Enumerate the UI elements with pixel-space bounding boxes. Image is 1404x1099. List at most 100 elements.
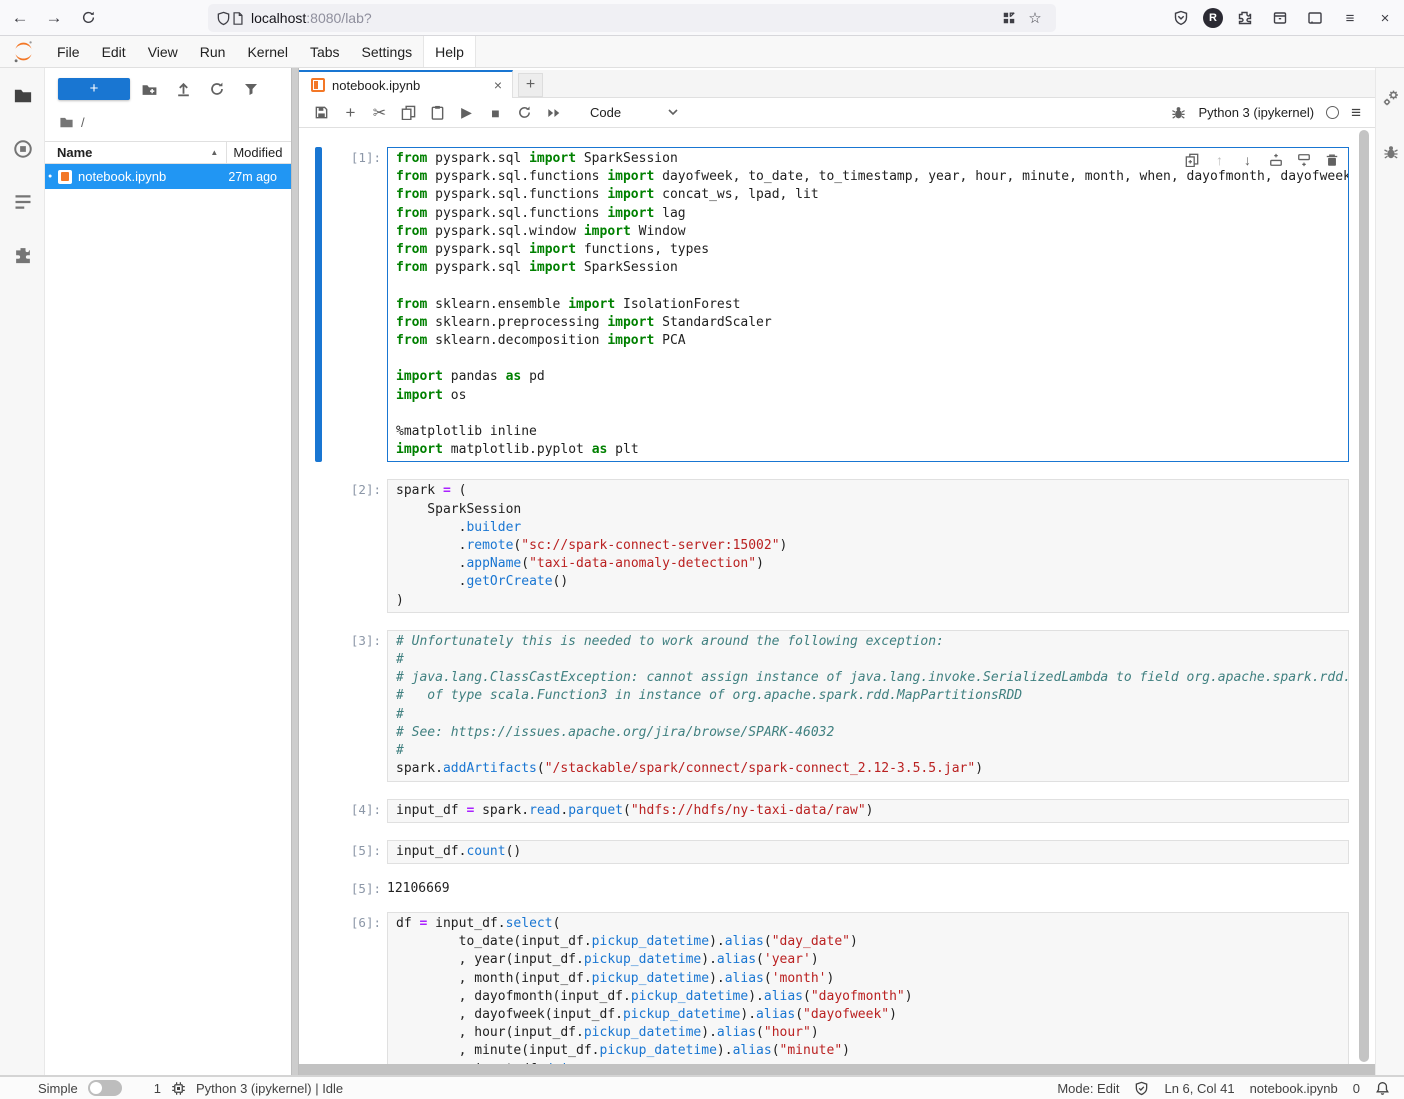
restart-kernel-icon[interactable] xyxy=(510,101,539,125)
archive-box-icon[interactable] xyxy=(1267,5,1293,31)
statusbar-filename[interactable]: notebook.ipynb xyxy=(1250,1081,1338,1096)
tiles-icon[interactable] xyxy=(996,5,1022,31)
kernel-chip-icon[interactable] xyxy=(171,1081,186,1096)
code-token: "sc://spark-connect-server:15002" xyxy=(521,538,779,553)
cell-type-value: Code xyxy=(590,105,621,120)
cell-prompt: [2]: xyxy=(330,479,387,612)
sidebar-splitter[interactable] xyxy=(291,68,299,1075)
file-browser-tab-icon[interactable] xyxy=(0,76,45,116)
table-of-contents-tab-icon[interactable] xyxy=(0,182,45,222)
property-inspector-gears-icon[interactable] xyxy=(1376,80,1404,116)
menu-settings[interactable]: Settings xyxy=(351,36,424,67)
simple-mode-toggle[interactable] xyxy=(88,1080,122,1096)
breadcrumb-root[interactable]: / xyxy=(81,115,85,130)
url-bar[interactable]: localhost:8080/lab? ☆ xyxy=(208,4,1056,32)
file-row-notebook[interactable]: ● notebook.ipynb 27m ago xyxy=(45,164,291,189)
insert-above-icon[interactable] xyxy=(1267,151,1284,168)
trust-shield-icon[interactable] xyxy=(1134,1081,1149,1096)
save-icon[interactable] xyxy=(307,101,336,125)
code-token: ) xyxy=(811,952,819,967)
menu-view[interactable]: View xyxy=(137,36,189,67)
delete-icon[interactable] xyxy=(1323,151,1340,168)
reload-icon[interactable] xyxy=(74,4,102,32)
paste-cell-icon[interactable] xyxy=(423,101,452,125)
column-modified[interactable]: Modified xyxy=(233,145,282,160)
notebook-vertical-scrollbar[interactable] xyxy=(1359,130,1369,1062)
breadcrumb[interactable]: / xyxy=(59,112,85,132)
upload-icon[interactable] xyxy=(168,78,198,100)
cell-editor[interactable]: input_df.count() xyxy=(387,840,1349,864)
cell-type-dropdown[interactable]: Code xyxy=(590,105,678,120)
insert-below-icon[interactable] xyxy=(1295,151,1312,168)
code-token: getOrCreate xyxy=(466,574,552,589)
profile-avatar[interactable]: R xyxy=(1203,8,1223,28)
run-cell-icon[interactable]: ▶ xyxy=(452,101,481,125)
menu-run[interactable]: Run xyxy=(189,36,237,67)
stop-kernel-icon[interactable]: ■ xyxy=(481,101,510,125)
cursor-position[interactable]: Ln 6, Col 41 xyxy=(1164,1081,1234,1096)
copy-cell-icon[interactable] xyxy=(394,101,423,125)
new-folder-icon[interactable] xyxy=(134,78,164,100)
cell-editor[interactable]: input_df = spark.read.parquet("hdfs://hd… xyxy=(387,799,1349,823)
bookmark-star-icon[interactable]: ☆ xyxy=(1022,5,1048,31)
notification-count[interactable]: 0 xyxy=(1353,1081,1360,1096)
restart-run-all-icon[interactable] xyxy=(539,101,568,125)
column-divider xyxy=(226,142,227,163)
menu-help[interactable]: Help xyxy=(423,36,476,67)
move-up-icon[interactable]: ↑ xyxy=(1211,151,1228,168)
code-line: , dayofmonth(input_df.pickup_datetime).a… xyxy=(396,988,1348,1006)
forward-icon[interactable]: → xyxy=(40,4,68,32)
pocket-icon[interactable] xyxy=(1168,5,1194,31)
menu-edit[interactable]: Edit xyxy=(91,36,137,67)
debugger-sidebar-bug-icon[interactable] xyxy=(1376,134,1404,170)
bell-icon[interactable] xyxy=(1375,1081,1390,1096)
cut-cell-icon[interactable]: ✂ xyxy=(365,101,394,125)
sort-ascending-icon[interactable]: ▲ xyxy=(210,148,218,157)
sidebar-toggle-icon[interactable] xyxy=(1302,5,1328,31)
menu-file[interactable]: File xyxy=(46,36,91,67)
refresh-icon[interactable] xyxy=(202,78,232,100)
column-name[interactable]: Name xyxy=(57,145,92,160)
new-launcher-button[interactable]: + xyxy=(58,78,130,100)
terminal-kernel-count[interactable]: 1 xyxy=(154,1081,161,1096)
code-token: remote xyxy=(466,538,513,553)
extension-icon[interactable] xyxy=(1232,5,1258,31)
cell-editor[interactable]: df = input_df.select( to_date(input_df.p… xyxy=(387,912,1349,1082)
menu-tabs[interactable]: Tabs xyxy=(299,36,351,67)
cell-collapser[interactable] xyxy=(315,912,322,1082)
kernel-status-text[interactable]: Python 3 (ipykernel) | Idle xyxy=(196,1081,343,1096)
tab-close-icon[interactable]: × xyxy=(494,77,502,93)
tab-notebook[interactable]: notebook.ipynb × xyxy=(299,70,513,98)
back-icon[interactable]: ← xyxy=(6,4,34,32)
new-tab-button[interactable]: + xyxy=(518,73,543,97)
cell-collapser[interactable] xyxy=(315,479,322,612)
kernel-name[interactable]: Python 3 (ipykernel) xyxy=(1198,105,1314,120)
command-mode-indicator[interactable]: Mode: Edit xyxy=(1057,1081,1119,1096)
cell-editor[interactable]: from pyspark.sql import SparkSessionfrom… xyxy=(387,147,1349,462)
file-name: notebook.ipynb xyxy=(78,169,228,184)
notebook-menu-icon[interactable]: ≡ xyxy=(1351,103,1361,123)
debugger-bug-icon[interactable] xyxy=(1171,105,1186,120)
filter-icon[interactable] xyxy=(236,78,266,100)
cell-collapser[interactable] xyxy=(315,799,322,823)
menu-kernel[interactable]: Kernel xyxy=(236,36,298,67)
cell-editor[interactable]: spark = ( SparkSession .builder .remote(… xyxy=(387,479,1349,612)
notebook-horizontal-scrollbar[interactable] xyxy=(299,1064,1375,1075)
duplicate-icon[interactable] xyxy=(1183,151,1200,168)
cell-collapser[interactable] xyxy=(315,147,322,462)
running-kernels-tab-icon[interactable] xyxy=(0,129,45,169)
shield-icon[interactable] xyxy=(216,11,231,26)
app-menu-icon[interactable]: ≡ xyxy=(1337,5,1363,31)
cell-collapser[interactable] xyxy=(315,840,322,864)
extension-manager-tab-icon[interactable] xyxy=(0,235,45,275)
page-icon[interactable] xyxy=(231,11,245,26)
code-line: .getOrCreate() xyxy=(396,573,1348,591)
cell-collapser[interactable] xyxy=(315,878,322,896)
cell-editor[interactable]: # Unfortunately this is needed to work a… xyxy=(387,630,1349,782)
add-cell-icon[interactable]: + xyxy=(336,101,365,125)
kernel-status-icon[interactable] xyxy=(1326,106,1339,119)
close-window-icon[interactable]: × xyxy=(1372,5,1398,31)
cell-collapser[interactable] xyxy=(315,630,322,782)
code-token: . xyxy=(396,538,466,553)
move-down-icon[interactable]: ↓ xyxy=(1239,151,1256,168)
